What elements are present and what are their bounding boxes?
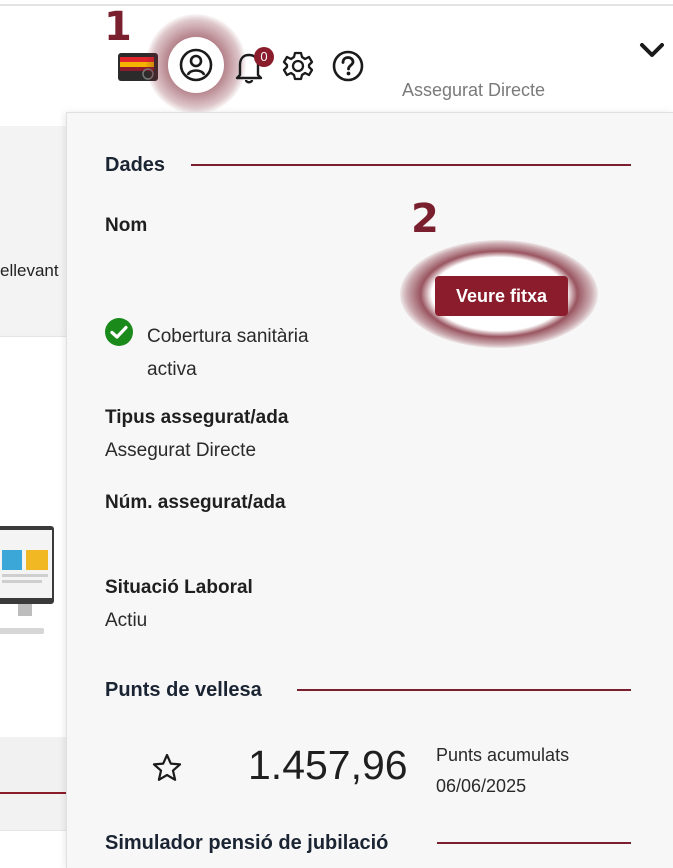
user-role-text: Assegurat Directe: [402, 80, 546, 100]
background-partial-text: ellevant: [0, 261, 59, 280]
punts-divider: [297, 689, 631, 691]
help-icon[interactable]: [332, 50, 364, 82]
punts-label: Punts acumulats 06/06/2025: [436, 740, 569, 802]
simulador-divider: [437, 842, 631, 844]
notification-badge: 0: [254, 47, 274, 67]
step-marker-1: 1: [104, 4, 132, 50]
star-icon[interactable]: [151, 752, 183, 784]
nom-label: Nom: [105, 215, 148, 236]
situacio-value: Actiu: [105, 610, 148, 631]
punts-acumulats-text: Punts acumulats: [436, 745, 570, 765]
background-banner: [0, 126, 66, 331]
punts-date: 06/06/2025: [436, 776, 527, 796]
gear-icon[interactable]: [282, 50, 314, 82]
punts-value: 1.457,96: [248, 742, 408, 788]
chevron-down-icon[interactable]: [636, 36, 668, 66]
tipus-label: Tipus assegurat/ada: [105, 407, 289, 428]
veure-fitxa-button[interactable]: Veure fitxa: [435, 276, 568, 316]
step-marker-2: 2: [411, 196, 439, 242]
background-row-2: [0, 830, 66, 868]
cobertura-status: Cobertura sanitària activa: [147, 326, 309, 380]
simulador-section-title: Simulador pensió de jubilació: [105, 832, 389, 854]
background-divider: [0, 792, 66, 794]
background-row: [0, 336, 66, 410]
punts-section-title: Punts de vellesa: [105, 679, 262, 701]
dades-divider: [191, 164, 631, 166]
user-button[interactable]: [168, 37, 224, 93]
user-icon: [179, 48, 213, 82]
check-circle-icon: [105, 318, 133, 346]
num-assegurat-label: Núm. assegurat/ada: [105, 492, 286, 513]
dades-section-title: Dades: [105, 154, 166, 176]
background-footer: [0, 737, 66, 793]
situacio-label: Situació Laboral: [105, 577, 253, 598]
tipus-value: Assegurat Directe: [105, 440, 257, 461]
monitor-illustration: [0, 526, 54, 634]
